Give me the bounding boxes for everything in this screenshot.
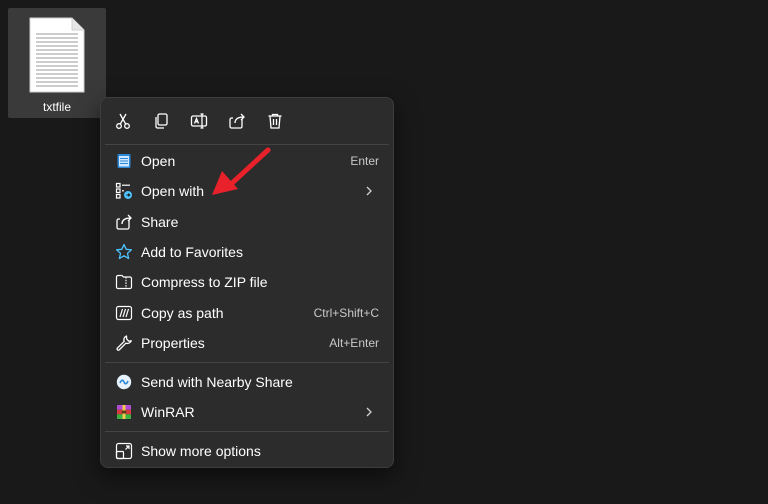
menu-item-show-more-options[interactable]: Show more options [105,436,389,466]
menu-item-share[interactable]: Share [105,207,389,237]
file-txtfile[interactable]: txtfile [8,8,106,118]
rename-button[interactable] [187,109,211,133]
cut-button[interactable] [111,109,135,133]
nearby-share-icon [115,373,133,391]
menu-item-label: Open [141,153,176,169]
menu-separator [105,362,389,363]
annotation-arrow [212,147,271,195]
notepad-icon [115,152,133,170]
menu-item-label: Share [141,214,179,230]
menu-item-label: WinRAR [141,404,195,420]
menu-item-label: Add to Favorites [141,244,243,260]
copy-path-icon [115,304,133,322]
wrench-icon [115,334,133,352]
delete-button[interactable] [263,109,287,133]
chevron-right-icon [366,186,372,196]
scissors-icon [116,113,130,129]
open-with-icon [115,182,133,200]
trash-icon [268,113,282,129]
file-name-label: txtfile [42,100,71,114]
menu-item-winrar[interactable]: WinRAR [105,397,389,427]
menu-item-label: Show more options [141,443,261,459]
text-document-icon [29,17,85,93]
menu-item-shortcut: Enter [350,154,379,168]
copy-icon [155,113,168,129]
menu-item-label: Send with Nearby Share [141,374,293,390]
menu-separator [105,431,389,432]
context-menu-toolbar [101,98,393,142]
menu-item-label: Properties [141,335,205,351]
star-icon [115,243,133,261]
menu-item-label: Compress to ZIP file [141,274,268,290]
winrar-icon [115,403,133,421]
show-more-options-icon [115,442,133,460]
copy-button[interactable] [149,109,173,133]
menu-item-nearby-share[interactable]: Send with Nearby Share [105,367,389,397]
menu-item-label: Open with [141,183,205,199]
share-icon [229,113,245,129]
menu-item-shortcut: Alt+Enter [329,336,379,350]
chevron-right-icon [366,407,372,417]
menu-item-add-to-favorites[interactable]: Add to Favorites [105,237,389,267]
menu-item-properties[interactable]: Properties Alt+Enter [105,328,389,358]
share-icon [115,213,133,231]
zip-folder-icon [115,273,133,291]
rename-icon [190,113,208,129]
menu-item-compress-zip[interactable]: Compress to ZIP file [105,267,389,297]
share-button[interactable] [225,109,249,133]
menu-item-label: Copy as path [141,305,224,321]
menu-item-copy-as-path[interactable]: Copy as path Ctrl+Shift+C [105,298,389,328]
menu-item-shortcut: Ctrl+Shift+C [313,306,379,320]
